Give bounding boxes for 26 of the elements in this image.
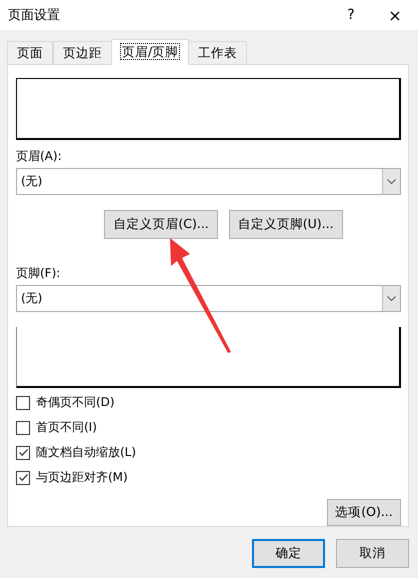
checkbox-label: 奇偶页不同(D): [36, 394, 115, 411]
dropdown[interactable]: (无): [16, 168, 401, 195]
window-title: 页面设置: [8, 7, 60, 24]
cancel-button[interactable]: 取消: [336, 539, 409, 568]
ok-button[interactable]: 确定: [252, 539, 325, 568]
close-button[interactable]: ×: [380, 6, 410, 24]
tab[interactable]: 工作表: [188, 41, 248, 64]
field-label: 页眉(A):: [16, 148, 63, 165]
tab[interactable]: 页眉/页脚: [111, 39, 190, 65]
custom-button[interactable]: 自定义页脚(U)...: [228, 210, 343, 239]
checkbox[interactable]: [16, 470, 30, 484]
tab[interactable]: 页面: [7, 41, 53, 64]
checkbox[interactable]: [16, 446, 30, 460]
dropdown[interactable]: (无): [16, 285, 401, 312]
tab[interactable]: 页边距: [53, 41, 112, 64]
options-button[interactable]: 选项(O)...: [327, 499, 401, 526]
checkbox-label: 首页不同(I): [36, 419, 97, 436]
checkbox-label: 与页边距对齐(M): [36, 469, 128, 486]
chevron-down-icon: [387, 179, 396, 184]
checkbox[interactable]: [16, 396, 30, 410]
checkbox-label: 随文档自动缩放(L): [36, 444, 136, 461]
help-button[interactable]: ?: [336, 7, 366, 23]
checkbox[interactable]: [16, 420, 30, 434]
custom-button[interactable]: 自定义页眉(C)...: [104, 210, 218, 239]
chevron-down-icon: [387, 296, 396, 301]
field-label: 页脚(F):: [16, 265, 62, 282]
